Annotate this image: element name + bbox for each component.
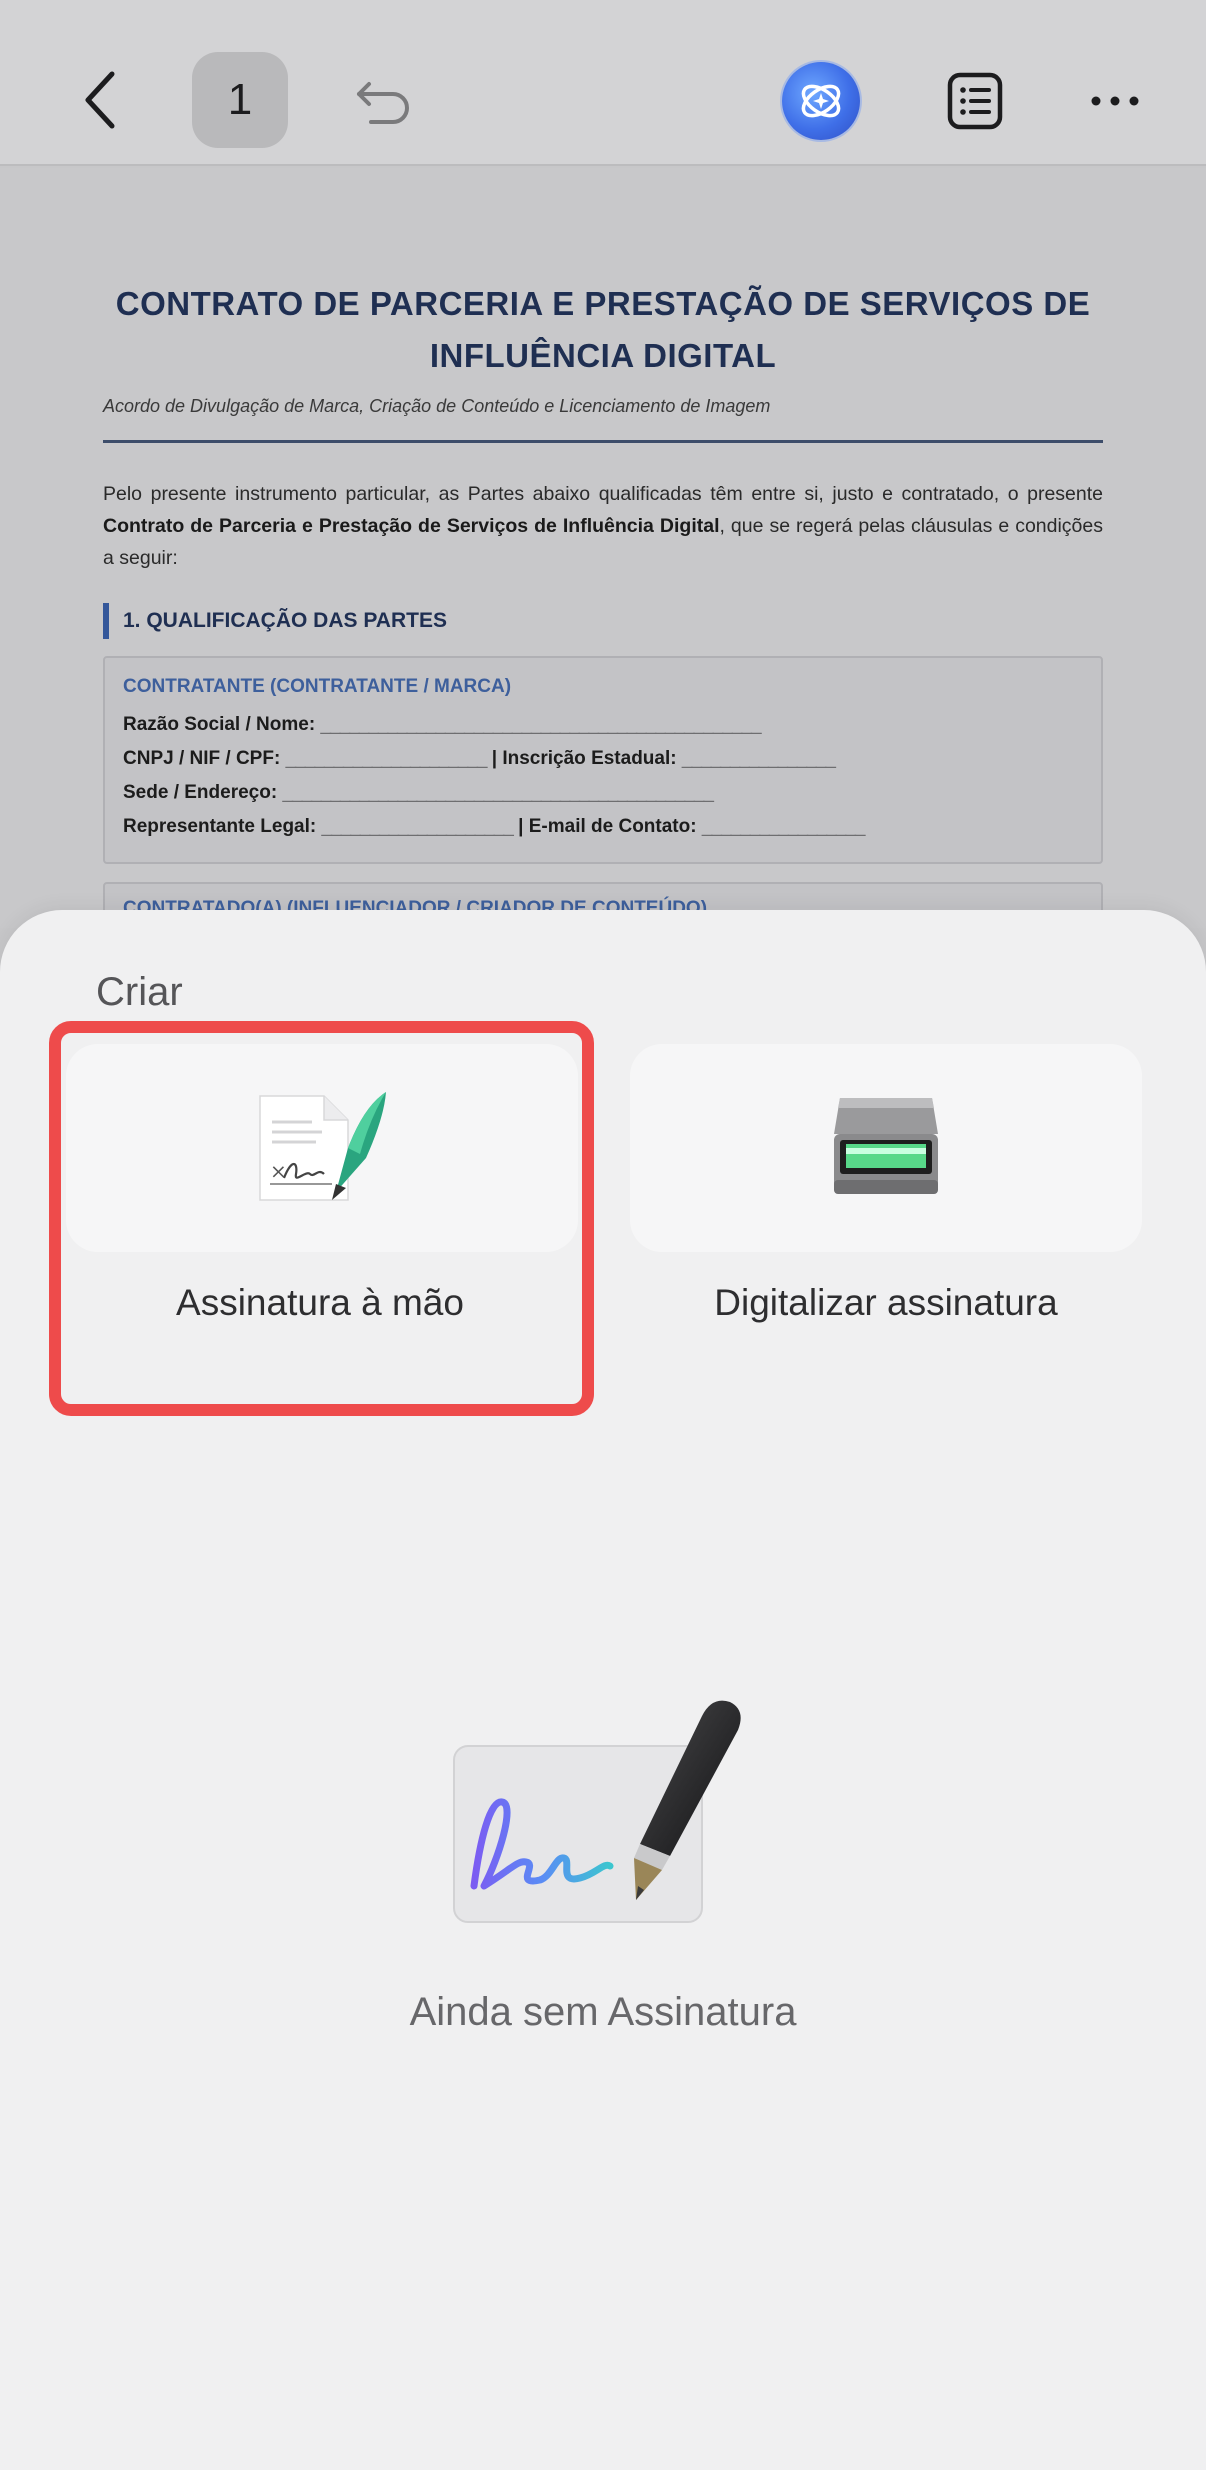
signature-sheet: Criar × Assinatura à mão Digitalizar ass…: [0, 910, 1206, 2470]
document-subtitle: Acordo de Divulgação de Marca, Criação d…: [103, 396, 771, 416]
top-toolbar: 1: [0, 0, 1206, 166]
title-divider: [103, 440, 1103, 443]
empty-state-text: Ainda sem Assinatura: [409, 1990, 797, 2034]
contratante-heading: CONTRATANTE (CONTRATANTE / MARCA): [123, 676, 512, 697]
svg-text:×: ×: [270, 1159, 287, 1183]
page-number: 1: [227, 75, 253, 124]
section-heading: 1. QUALIFICAÇÃO DAS PARTES: [103, 603, 447, 639]
razao-line: Razão Social / Nome: ___________________…: [123, 714, 762, 735]
more-icon: [1091, 96, 1139, 106]
back-button[interactable]: [60, 50, 140, 150]
document-page: CONTRATO DE PARCERIA E PRESTAÇÃO DE SERV…: [0, 168, 1206, 928]
cnpj-line: CNPJ / NIF / CPF: _____________________ …: [123, 748, 836, 769]
ai-assistant-icon: [801, 84, 841, 118]
ai-assistant-button[interactable]: [782, 62, 860, 140]
handwritten-signature-icon: ×: [259, 1092, 386, 1201]
undo-button[interactable]: [340, 56, 430, 146]
outline-list-button[interactable]: [930, 56, 1020, 146]
scanner-icon: [834, 1098, 938, 1194]
more-options-button[interactable]: [1070, 56, 1160, 146]
scan-signature-label[interactable]: Digitalizar assinatura: [606, 1282, 1166, 1324]
representante-line: Representante Legal: ___________________…: [123, 816, 865, 837]
handwritten-signature-card[interactable]: ×: [66, 1044, 578, 1252]
undo-icon: [357, 82, 409, 124]
intro-paragraph: Pelo presente instrumento particular, as…: [103, 483, 1103, 569]
document-title: CONTRATO DE PARCERIA E PRESTAÇÃO DE SERV…: [115, 285, 1091, 374]
page-number-button[interactable]: 1: [192, 52, 288, 148]
list-icon: [947, 72, 1003, 130]
empty-signature-illustration: [440, 1690, 770, 1930]
chevron-left-icon: [85, 71, 115, 129]
create-section-label: Criar: [96, 970, 183, 1014]
contratante-box: CONTRATANTE (CONTRATANTE / MARCA) Razão …: [103, 656, 1103, 864]
sede-line: Sede / Endereço: _______________________…: [123, 782, 714, 803]
signature-pen-illustration: [453, 1700, 741, 1923]
scan-signature-card[interactable]: [630, 1044, 1142, 1252]
handwritten-signature-label[interactable]: Assinatura à mão: [40, 1282, 600, 1324]
